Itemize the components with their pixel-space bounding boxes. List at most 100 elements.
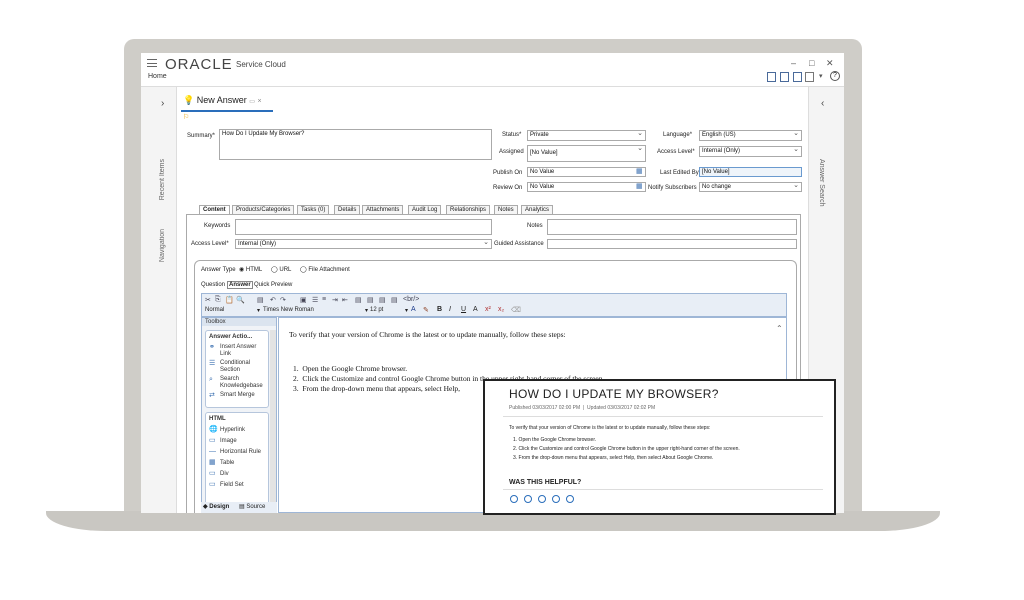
bold-button[interactable]: B bbox=[437, 306, 442, 313]
summary-field[interactable]: How Do I Update My Browser? bbox=[219, 129, 492, 160]
undo-icon[interactable]: ↶ bbox=[270, 296, 276, 304]
new-document-icon[interactable] bbox=[767, 72, 776, 82]
help-icon[interactable]: ? bbox=[830, 71, 840, 81]
toolbox-scrollbar[interactable] bbox=[270, 330, 276, 512]
guided-assistance-field[interactable] bbox=[547, 239, 797, 249]
notes-field[interactable] bbox=[547, 219, 797, 235]
bullet-list-icon[interactable]: ≡ bbox=[322, 296, 326, 303]
align-right-icon[interactable]: ▤ bbox=[379, 296, 386, 304]
justify-icon[interactable]: ▤ bbox=[391, 296, 398, 304]
image-item[interactable]: ▭ Image bbox=[206, 436, 268, 447]
group-title[interactable]: Answer Actio... bbox=[206, 331, 268, 343]
font-select[interactable]: Times New Roman ▾ bbox=[263, 307, 368, 314]
cut-icon[interactable]: ✂ bbox=[205, 296, 211, 304]
calendar-icon[interactable]: ▦ bbox=[636, 167, 643, 175]
recent-items-tab[interactable]: Recent Items bbox=[159, 159, 166, 200]
save-icon[interactable] bbox=[780, 72, 789, 82]
assigned-select[interactable]: [No Value] bbox=[527, 145, 646, 162]
conditional-section-item[interactable]: ☰ Conditional Section bbox=[206, 359, 268, 375]
chevron-down-icon[interactable]: ▾ bbox=[819, 72, 823, 80]
menu-icon[interactable] bbox=[147, 59, 157, 67]
div-item[interactable]: ▭ Div bbox=[206, 469, 268, 480]
home-link[interactable]: Home bbox=[148, 73, 167, 80]
rating-radio-2[interactable] bbox=[524, 495, 532, 503]
clear-format-icon[interactable]: ⌫ bbox=[511, 306, 521, 314]
tab-new-answer[interactable]: 💡 New Answer ▭ × bbox=[183, 95, 262, 106]
rating-radio-3[interactable] bbox=[538, 495, 546, 503]
item-label: Horizontal Rule bbox=[220, 449, 262, 455]
rating-radio-5[interactable] bbox=[566, 495, 574, 503]
italic-button[interactable]: I bbox=[449, 306, 451, 313]
collapse-chevron-icon[interactable]: ‹ bbox=[821, 98, 824, 109]
source-tab[interactable]: ▤ Source bbox=[239, 503, 265, 510]
paste-icon[interactable]: 📋 bbox=[225, 296, 234, 304]
search-knowledgebase-item[interactable]: ⌕ Search Knowledgebase bbox=[206, 375, 268, 391]
field-set-item[interactable]: ▭ Field Set bbox=[206, 480, 268, 491]
review-on-field[interactable]: No Value bbox=[527, 182, 646, 192]
smart-merge-item[interactable]: ⇄ Smart Merge bbox=[206, 391, 268, 400]
answer-search-tab[interactable]: Answer Search bbox=[818, 159, 825, 206]
status-select[interactable]: Private bbox=[527, 130, 646, 141]
calendar-icon[interactable]: ▦ bbox=[636, 182, 643, 190]
text-size-icon[interactable]: A bbox=[473, 306, 478, 313]
keywords-field[interactable] bbox=[235, 219, 492, 235]
close-icon[interactable]: ✕ bbox=[826, 58, 834, 69]
link-icon: ⚭ bbox=[209, 344, 215, 351]
highlight-icon[interactable]: ✎ bbox=[423, 306, 429, 314]
insert-answer-link-item[interactable]: ⚭ Insert Answer Link bbox=[206, 343, 268, 359]
tab-close-icon[interactable]: × bbox=[257, 98, 261, 105]
language-select[interactable]: English (US) bbox=[699, 130, 802, 141]
minimize-icon[interactable]: – bbox=[791, 58, 796, 68]
line-break-button[interactable]: <br/> bbox=[403, 296, 419, 303]
scroll-up-icon[interactable]: ⌃ bbox=[776, 324, 783, 333]
subtab-quick-preview[interactable]: Quick Preview bbox=[254, 282, 292, 288]
superscript-icon[interactable]: x² bbox=[485, 306, 491, 313]
radio-file-attachment[interactable]: ◯ File Attachment bbox=[300, 266, 350, 273]
print-icon[interactable] bbox=[805, 72, 814, 82]
item-label: Hyperlink bbox=[220, 427, 246, 433]
underline-button[interactable]: U bbox=[461, 306, 466, 313]
find-icon[interactable]: 🔍 bbox=[236, 296, 245, 304]
subtab-question[interactable]: Question bbox=[201, 282, 225, 288]
outdent-icon[interactable]: ⇤ bbox=[342, 296, 348, 304]
rating-radio-4[interactable] bbox=[552, 495, 560, 503]
content-access-select[interactable]: Internal (Only) bbox=[235, 239, 492, 249]
subscript-icon[interactable]: x₂ bbox=[498, 306, 504, 313]
indent-icon[interactable]: ⇥ bbox=[332, 296, 338, 304]
size-select[interactable]: 12 pt ▾ bbox=[370, 307, 408, 314]
save-close-icon[interactable] bbox=[793, 72, 802, 82]
spellcheck-icon[interactable]: ▣ bbox=[300, 296, 307, 304]
group-title[interactable]: HTML bbox=[206, 413, 268, 425]
preview-step: 3. From the drop-down menu that appears,… bbox=[513, 455, 714, 461]
radio-url[interactable]: ◯ URL bbox=[271, 266, 291, 273]
print-icon[interactable]: ▤ bbox=[257, 296, 264, 304]
horizontal-rule-item[interactable]: — Horizontal Rule bbox=[206, 447, 268, 458]
notify-subscribers-select[interactable]: No change bbox=[699, 182, 802, 192]
align-left-icon[interactable]: ▤ bbox=[355, 296, 362, 304]
access-level-select[interactable]: Internal (Only) bbox=[699, 146, 802, 157]
table-item[interactable]: ▦ Table bbox=[206, 458, 268, 469]
style-select[interactable]: Normal ▾ bbox=[205, 307, 260, 314]
navigation-tab[interactable]: Navigation bbox=[159, 229, 166, 262]
font-color-icon[interactable]: A bbox=[411, 306, 416, 313]
review-on-label: Review On bbox=[493, 185, 523, 191]
copy-icon[interactable]: ⎘ bbox=[215, 296, 221, 304]
subtab-answer[interactable]: Answer bbox=[227, 281, 253, 289]
redo-icon[interactable]: ↷ bbox=[280, 296, 286, 304]
expand-chevron-icon[interactable]: › bbox=[161, 98, 164, 109]
numbered-list-icon[interactable]: ☰ bbox=[312, 296, 318, 304]
hyperlink-item[interactable]: 🌐 Hyperlink bbox=[206, 425, 268, 436]
chevron-down-icon: ▾ bbox=[404, 308, 408, 314]
toolbox-panel: Toolbox Answer Actio... ⚭ Insert Answer L… bbox=[201, 317, 277, 513]
publish-on-field[interactable]: No Value bbox=[527, 167, 646, 177]
pin-icon[interactable]: ▭ bbox=[249, 99, 255, 105]
size-value: 12 pt bbox=[370, 307, 384, 313]
align-center-icon[interactable]: ▤ bbox=[367, 296, 374, 304]
design-tab[interactable]: ◆ Design bbox=[203, 503, 229, 510]
fieldset-icon: ▭ bbox=[209, 481, 216, 488]
radio-html[interactable]: ◉ HTML bbox=[239, 266, 262, 273]
helpful-heading: WAS THIS HELPFUL? bbox=[509, 479, 582, 486]
answer-preview-overlay: HOW DO I UPDATE MY BROWSER? Published 03… bbox=[483, 379, 836, 515]
rating-radio-1[interactable] bbox=[510, 495, 518, 503]
maximize-icon[interactable]: □ bbox=[809, 58, 814, 68]
